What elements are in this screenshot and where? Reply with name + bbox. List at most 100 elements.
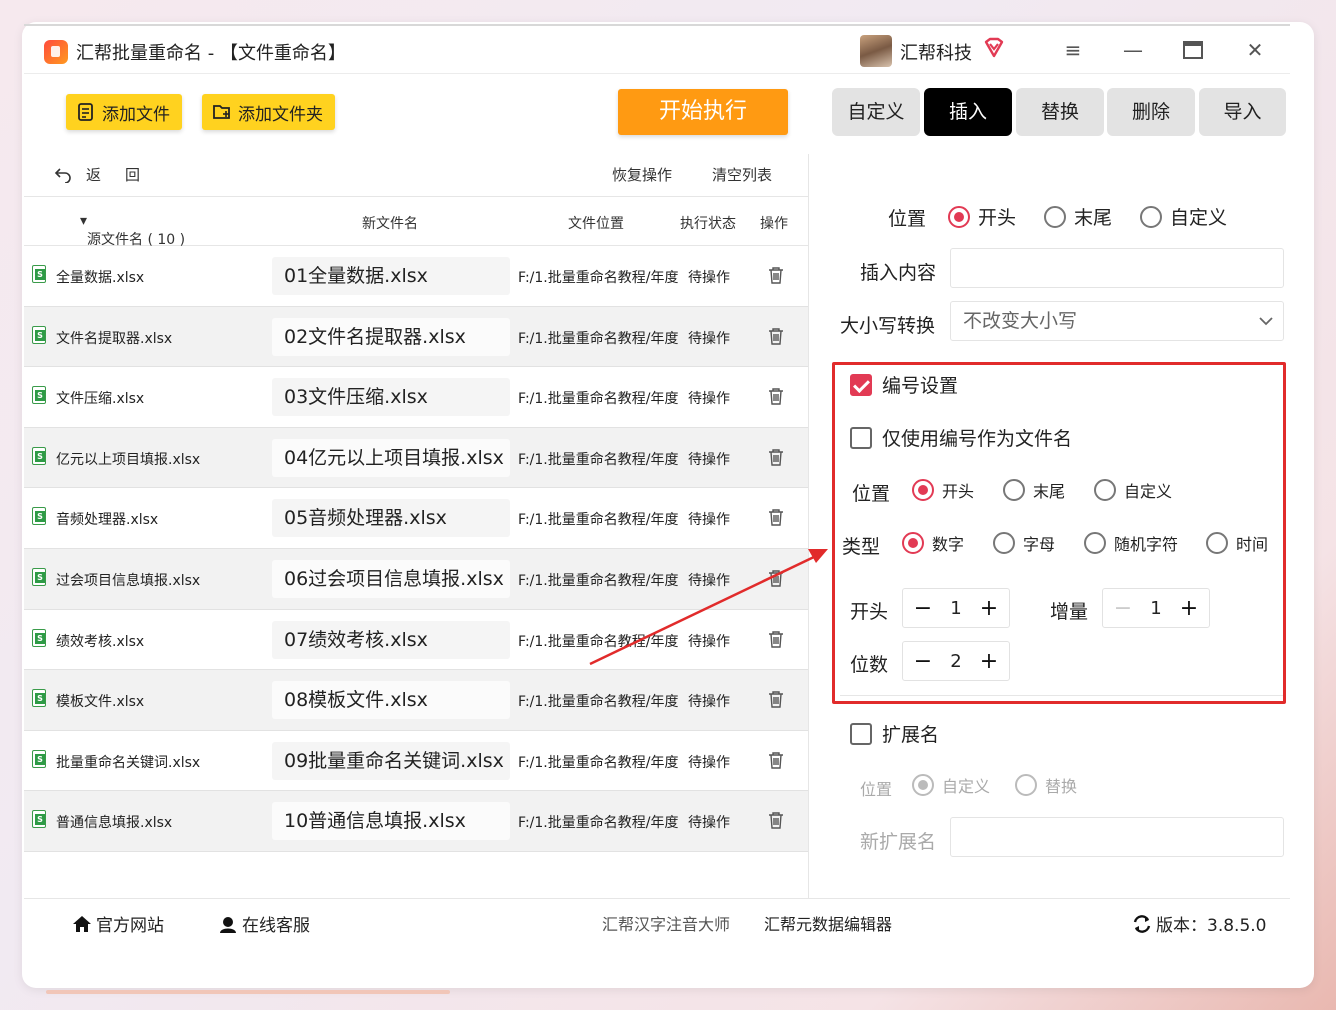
type-number[interactable]: 数字 bbox=[902, 531, 964, 555]
trash-icon[interactable] bbox=[768, 508, 784, 527]
add-file-button[interactable]: 添加文件 bbox=[66, 94, 182, 130]
col-status: 执行状态 bbox=[680, 216, 736, 232]
trash-icon[interactable] bbox=[768, 811, 784, 830]
start-stepper[interactable]: − 1 + bbox=[902, 588, 1010, 628]
increment-button[interactable]: + bbox=[979, 649, 999, 674]
file-location: F:/1.批量重命名教程/年度 bbox=[518, 451, 678, 468]
tab-import[interactable]: 导入 bbox=[1199, 88, 1286, 136]
table-row[interactable]: 音频处理器.xlsx 05音频处理器.xlsx F:/1.批量重命名教程/年度待操作 bbox=[24, 488, 808, 549]
table-row[interactable]: 批量重命名关键词.xlsx 09批量重命名关键词.xlsx F:/1.批量重命名教程… bbox=[24, 731, 808, 792]
numbering-position-label: 位置 bbox=[852, 483, 891, 505]
new-filename: 10普通信息填报.xlsx bbox=[272, 802, 510, 841]
insert-position-start[interactable]: 开头 bbox=[948, 203, 1016, 230]
digits-stepper[interactable]: − 2 + bbox=[902, 641, 1010, 681]
tab-insert[interactable]: 插入 bbox=[924, 88, 1012, 136]
trash-icon[interactable] bbox=[768, 690, 784, 708]
new-filename: 09批量重命名关键词.xlsx bbox=[272, 741, 510, 780]
increment-button[interactable]: + bbox=[1179, 596, 1199, 621]
new-filename: 03文件压缩.xlsx bbox=[272, 378, 510, 417]
menu-icon[interactable]: ≡ bbox=[1058, 36, 1088, 64]
digits-value: 2 bbox=[950, 650, 962, 672]
table-row[interactable]: 文件名提取器.xlsx 02文件名提取器.xlsx F:/1.批量重命名教程/年度待… bbox=[24, 306, 808, 368]
file-rows: 全量数据.xlsx01全量数据.xlsxF:/1.批量重命名教程/年度待操作 文… bbox=[24, 246, 808, 852]
excel-file-icon bbox=[32, 810, 46, 829]
status-text: 待操作 bbox=[688, 330, 730, 347]
maximize-icon[interactable] bbox=[1178, 36, 1208, 64]
status-text: 待操作 bbox=[688, 270, 730, 286]
insert-content-input[interactable] bbox=[950, 248, 1284, 288]
trash-icon[interactable] bbox=[768, 448, 784, 466]
bottom-accent-bar bbox=[46, 990, 450, 994]
user-name[interactable]: 汇帮科技 bbox=[900, 39, 972, 65]
step-label: 增量 bbox=[1050, 601, 1089, 623]
insert-position-end[interactable]: 末尾 bbox=[1044, 203, 1112, 230]
back-button[interactable]: 返 回 bbox=[54, 164, 140, 185]
tab-custom[interactable]: 自定义 bbox=[832, 88, 920, 136]
trash-icon[interactable] bbox=[768, 327, 784, 345]
table-row[interactable]: 绩效考核.xlsx 07绩效考核.xlsx F:/1.批量重命名教程/年度待操作 bbox=[24, 610, 808, 671]
new-extension-input[interactable] bbox=[950, 817, 1284, 857]
only-number-checkbox[interactable]: 仅使用编号作为文件名 bbox=[850, 424, 1072, 451]
source-filename: 批量重命名关键词.xlsx bbox=[56, 754, 201, 771]
table-row[interactable]: 全量数据.xlsx 01全量数据.xlsx F:/1.批量重命名教程/年度待操作 bbox=[24, 246, 808, 307]
numbering-position-end[interactable]: 末尾 bbox=[1003, 478, 1065, 502]
vip-diamond-icon[interactable] bbox=[982, 36, 1006, 60]
add-folder-button[interactable]: 添加文件夹 bbox=[202, 94, 335, 130]
excel-file-icon bbox=[32, 567, 46, 586]
source-filename: 模板文件.xlsx bbox=[56, 694, 145, 711]
numbering-position-custom[interactable]: 自定义 bbox=[1094, 478, 1172, 502]
file-location: F:/1.批量重命名教程/年度 bbox=[518, 633, 678, 650]
increment-button[interactable]: + bbox=[979, 596, 999, 621]
type-letter[interactable]: 字母 bbox=[993, 531, 1055, 555]
col-source[interactable]: ▾ 源文件名 ( 10 ) bbox=[80, 213, 185, 248]
extension-enable-checkbox[interactable]: 扩展名 bbox=[850, 720, 939, 747]
close-icon[interactable]: ✕ bbox=[1240, 36, 1270, 64]
trash-icon[interactable] bbox=[768, 751, 784, 769]
numbering-enable-checkbox[interactable]: 编号设置 bbox=[850, 371, 958, 398]
file-location: F:/1.批量重命名教程/年度 bbox=[518, 754, 678, 771]
trash-icon[interactable] bbox=[768, 569, 784, 587]
new-filename: 08模板文件.xlsx bbox=[272, 681, 510, 720]
trash-icon[interactable] bbox=[768, 387, 784, 405]
new-filename: 05音频处理器.xlsx bbox=[272, 499, 510, 538]
clear-list-button[interactable]: 清空列表 bbox=[712, 164, 772, 185]
tab-delete[interactable]: 删除 bbox=[1107, 88, 1195, 136]
step-stepper[interactable]: − 1 + bbox=[1102, 588, 1210, 628]
table-row[interactable]: 模板文件.xlsx 08模板文件.xlsx F:/1.批量重命名教程/年度待操作 bbox=[24, 670, 808, 731]
restore-button[interactable]: 恢复操作 bbox=[612, 164, 672, 185]
tab-replace[interactable]: 替换 bbox=[1016, 88, 1104, 136]
digits-label: 位数 bbox=[850, 654, 889, 676]
source-filename: 过会项目信息填报.xlsx bbox=[56, 572, 201, 589]
user-avatar[interactable] bbox=[860, 35, 892, 67]
start-button[interactable]: 开始执行 bbox=[618, 89, 788, 135]
decrement-button[interactable]: − bbox=[913, 649, 933, 674]
version-info[interactable]: 版本：3.8.5.0 bbox=[1132, 911, 1266, 936]
trash-icon[interactable] bbox=[768, 266, 784, 284]
online-service-link[interactable]: 在线客服 bbox=[218, 911, 310, 936]
metadata-editor-link[interactable]: 汇帮元数据编辑器 bbox=[764, 911, 892, 935]
extension-option-custom[interactable]: 自定义 bbox=[912, 773, 990, 797]
status-text: 待操作 bbox=[688, 572, 730, 589]
table-row[interactable]: 过会项目信息填报.xlsx 06过会项目信息填报.xlsx F:/1.批量重命名教程… bbox=[24, 548, 808, 610]
numbering-position-start[interactable]: 开头 bbox=[912, 478, 974, 502]
title-bar: 汇帮批量重命名 - 【文件重命名】 汇帮科技 ≡ — ✕ bbox=[24, 26, 1290, 74]
type-random[interactable]: 随机字符 bbox=[1084, 531, 1178, 555]
decrement-button[interactable]: − bbox=[913, 596, 933, 621]
headset-icon bbox=[220, 916, 236, 933]
type-time[interactable]: 时间 bbox=[1206, 531, 1268, 555]
case-convert-select[interactable]: 不改变大小写 bbox=[950, 301, 1284, 341]
extension-option-replace[interactable]: 替换 bbox=[1015, 773, 1077, 797]
add-file-icon bbox=[78, 103, 93, 121]
window-title: 汇帮批量重命名 - 【文件重命名】 bbox=[76, 43, 346, 64]
footer-bar: 官方网站 在线客服 汇帮汉字注音大师 汇帮元数据编辑器 版本：3.8.5.0 bbox=[24, 898, 1290, 944]
official-site-link[interactable]: 官方网站 bbox=[72, 911, 164, 936]
table-row[interactable]: 亿元以上项目填报.xlsx 04亿元以上项目填报.xlsx F:/1.批量重命名教程… bbox=[24, 427, 808, 489]
pinyin-tool-link[interactable]: 汇帮汉字注音大师 bbox=[602, 911, 730, 935]
insert-position-label: 位置 bbox=[888, 208, 927, 230]
minimize-icon[interactable]: — bbox=[1118, 36, 1148, 64]
table-row[interactable]: 普通信息填报.xlsx 10普通信息填报.xlsx F:/1.批量重命名教程/年度待… bbox=[24, 791, 808, 852]
table-row[interactable]: 文件压缩.xlsx 03文件压缩.xlsx F:/1.批量重命名教程/年度待操作 bbox=[24, 367, 808, 428]
trash-icon[interactable] bbox=[768, 630, 784, 648]
insert-position-custom[interactable]: 自定义 bbox=[1140, 203, 1227, 230]
decrement-button[interactable]: − bbox=[1113, 596, 1133, 621]
